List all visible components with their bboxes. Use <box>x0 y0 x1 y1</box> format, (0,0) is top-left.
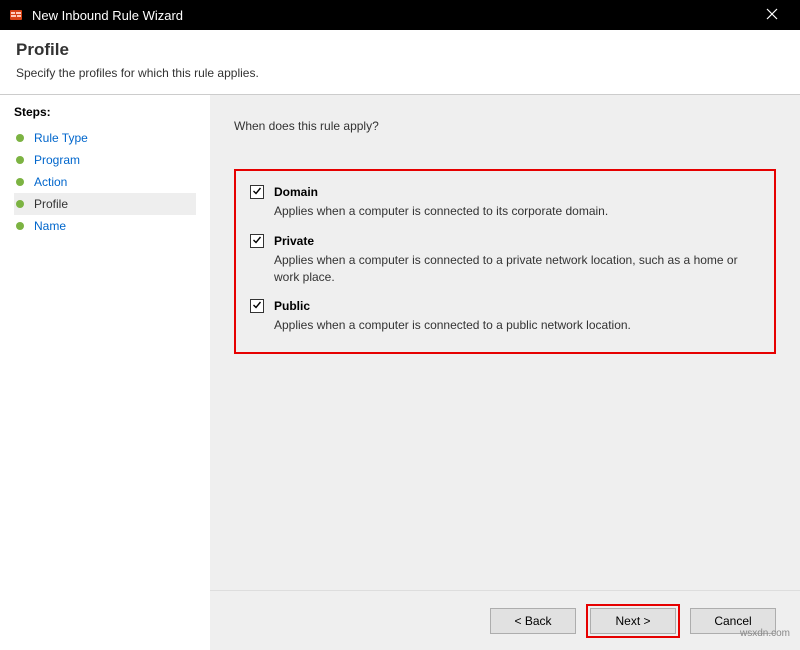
profile-description: Applies when a computer is connected to … <box>274 317 760 334</box>
profile-domain: Domain Applies when a computer is connec… <box>250 185 760 220</box>
step-program[interactable]: Program <box>14 149 196 171</box>
checkbox-domain[interactable] <box>250 185 264 199</box>
profile-public: Public Applies when a computer is connec… <box>250 299 760 334</box>
close-button[interactable] <box>752 0 792 30</box>
step-label: Program <box>34 153 80 167</box>
step-label: Rule Type <box>34 131 88 145</box>
watermark: wsxdn.com <box>740 628 790 639</box>
bullet-icon <box>16 222 24 230</box>
checkmark-icon <box>252 185 262 199</box>
step-rule-type[interactable]: Rule Type <box>14 127 196 149</box>
page-subtitle: Specify the profiles for which this rule… <box>16 66 784 80</box>
step-name[interactable]: Name <box>14 215 196 237</box>
wizard-header: Profile Specify the profiles for which t… <box>0 30 800 95</box>
wizard-content: When does this rule apply? Domain Applie… <box>210 95 800 590</box>
window-title: New Inbound Rule Wizard <box>32 8 752 23</box>
profile-description: Applies when a computer is connected to … <box>274 203 760 220</box>
step-action[interactable]: Action <box>14 171 196 193</box>
bullet-icon <box>16 200 24 208</box>
profile-name: Private <box>274 234 314 248</box>
checkmark-icon <box>252 299 262 313</box>
bullet-icon <box>16 134 24 142</box>
profile-name: Public <box>274 299 310 313</box>
next-highlight: Next > <box>586 604 680 638</box>
content-question: When does this rule apply? <box>234 119 776 133</box>
page-title: Profile <box>16 40 784 60</box>
profile-name: Domain <box>274 185 318 199</box>
profile-private: Private Applies when a computer is conne… <box>250 234 760 286</box>
wizard-footer: < Back Next > Cancel <box>210 590 800 650</box>
profile-description: Applies when a computer is connected to … <box>274 252 760 286</box>
close-icon <box>766 8 778 23</box>
titlebar: New Inbound Rule Wizard <box>0 0 800 30</box>
steps-sidebar: Steps: Rule Type Program Action Profile … <box>0 95 210 590</box>
checkmark-icon <box>252 234 262 248</box>
step-profile[interactable]: Profile <box>14 193 196 215</box>
back-button[interactable]: < Back <box>490 608 576 634</box>
profiles-group: Domain Applies when a computer is connec… <box>234 169 776 354</box>
checkbox-private[interactable] <box>250 234 264 248</box>
steps-heading: Steps: <box>14 105 196 119</box>
bullet-icon <box>16 178 24 186</box>
step-label: Profile <box>34 197 68 211</box>
next-button[interactable]: Next > <box>590 608 676 634</box>
step-label: Name <box>34 219 66 233</box>
step-label: Action <box>34 175 67 189</box>
firewall-icon <box>8 7 24 23</box>
bullet-icon <box>16 156 24 164</box>
checkbox-public[interactable] <box>250 299 264 313</box>
